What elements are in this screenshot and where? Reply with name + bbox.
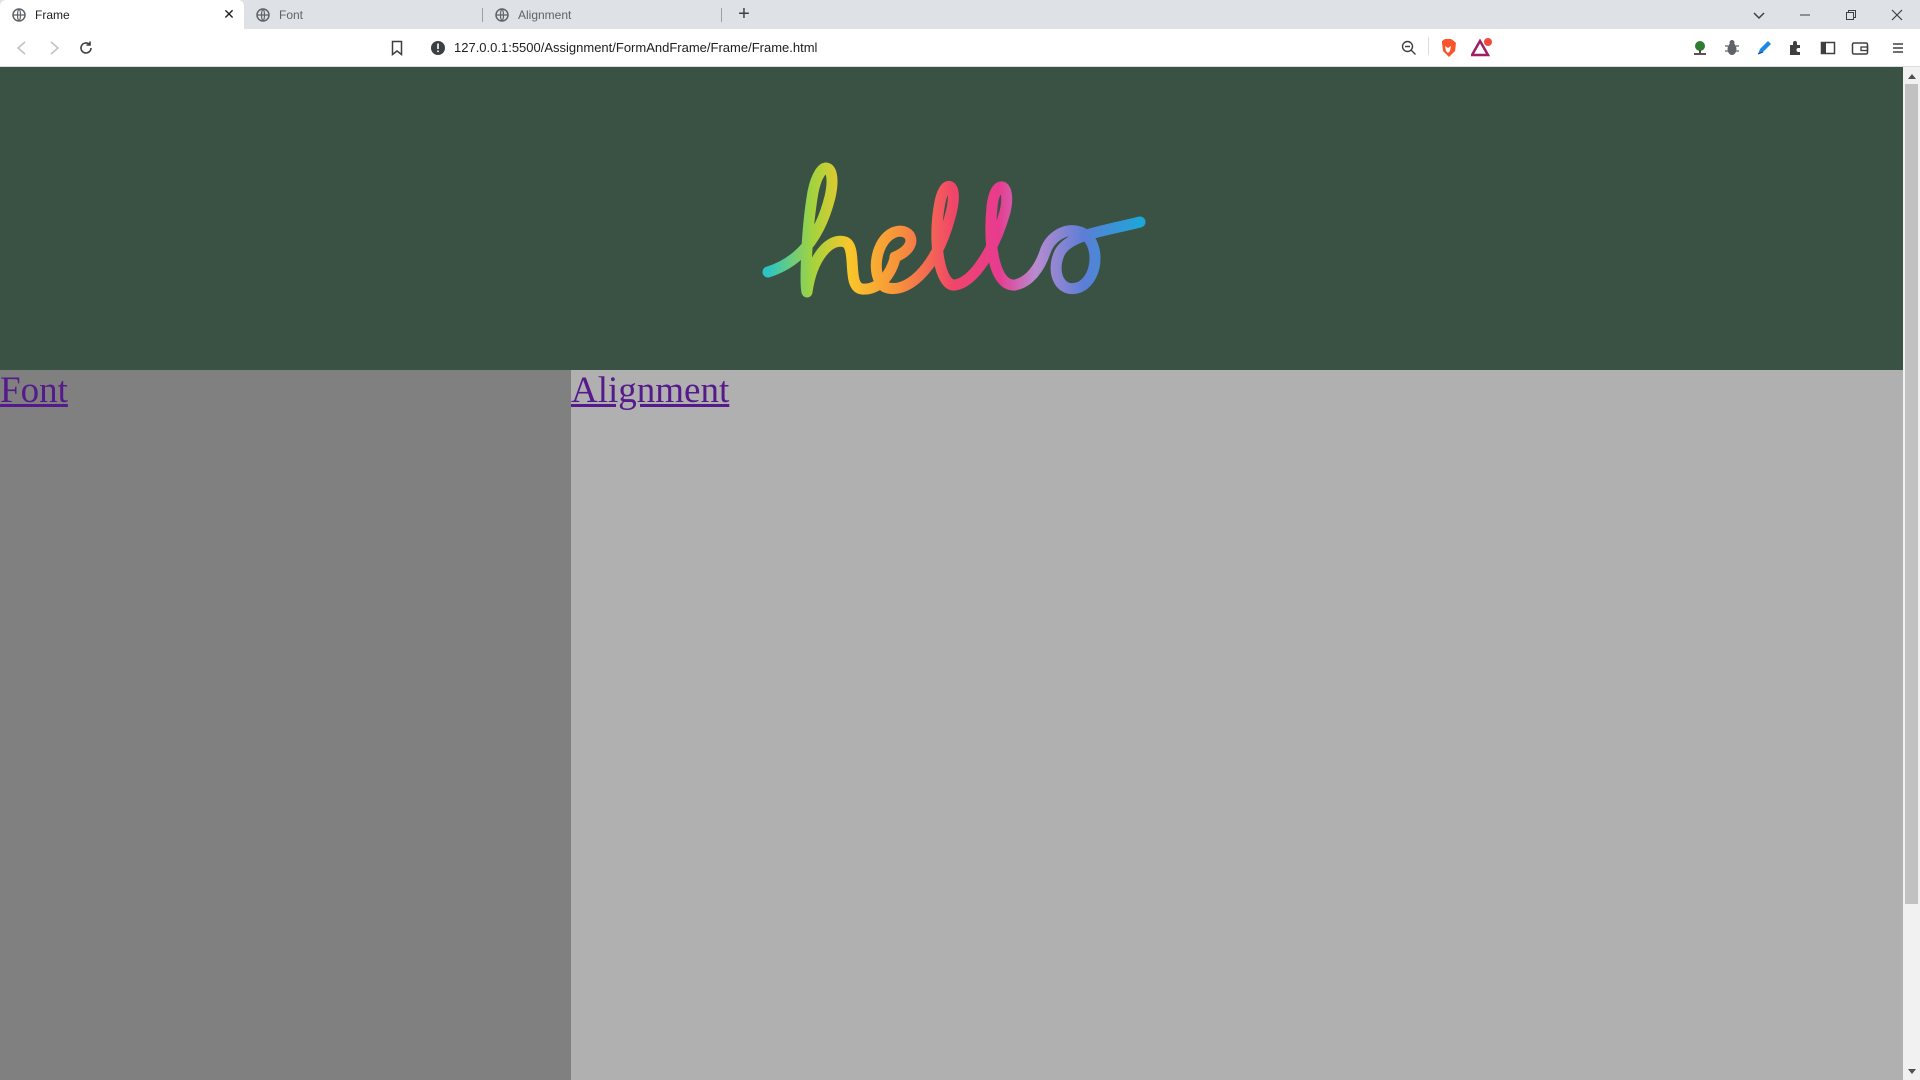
tab-title: Font xyxy=(279,7,304,22)
forward-arrow-icon xyxy=(50,41,60,55)
close-window-button[interactable] xyxy=(1874,0,1920,29)
extension-button[interactable] xyxy=(1752,36,1776,60)
zoom-button[interactable] xyxy=(1397,36,1421,60)
font-link[interactable]: Font xyxy=(0,370,68,412)
rewards-triangle-icon xyxy=(1471,38,1492,57)
browser-toolbar: 127.0.0.1:5500/Assignment/FormAndFrame/F… xyxy=(0,29,1920,67)
triangle-down-icon xyxy=(1907,1068,1916,1074)
wallet-button[interactable] xyxy=(1848,36,1872,60)
header-frame: hello xyxy=(0,67,1903,370)
tab-title: Frame xyxy=(35,7,70,22)
tab-separator xyxy=(721,8,722,22)
globe-icon xyxy=(495,7,509,22)
brave-rewards-button[interactable] xyxy=(1470,36,1494,60)
tree-extension-icon xyxy=(1694,41,1706,55)
scroll-thumb[interactable] xyxy=(1905,84,1918,904)
triangle-up-icon xyxy=(1907,73,1916,79)
extensions-menu-button[interactable] xyxy=(1784,36,1808,60)
minimize-button[interactable] xyxy=(1782,0,1828,29)
brave-shields-button[interactable] xyxy=(1436,36,1460,60)
brave-lion-icon xyxy=(1442,39,1456,57)
bookmark-icon xyxy=(391,40,403,56)
wallet-icon xyxy=(1851,42,1869,55)
url-text[interactable]: 127.0.0.1:5500/Assignment/FormAndFrame/F… xyxy=(454,40,817,55)
reload-icon xyxy=(80,41,92,54)
alignment-link[interactable]: Alignment xyxy=(571,370,729,412)
sidebar-button[interactable] xyxy=(1816,36,1840,60)
hello-logo-image xyxy=(762,162,1146,298)
chevron-down-icon xyxy=(1753,11,1765,19)
minimize-icon xyxy=(1800,14,1810,15)
close-icon xyxy=(1891,9,1903,20)
tab-frame[interactable]: Frame ✕ xyxy=(0,0,244,29)
back-arrow-icon xyxy=(16,41,26,55)
scroll-up-button[interactable] xyxy=(1903,67,1920,84)
site-info-icon[interactable] xyxy=(430,40,446,61)
globe-icon xyxy=(12,7,26,22)
tab-title: Alignment xyxy=(518,7,572,22)
sidebar-icon xyxy=(1820,41,1836,55)
left-frame: Font xyxy=(0,370,571,1080)
bookmark-button[interactable] xyxy=(385,36,409,60)
back-button[interactable] xyxy=(10,36,34,60)
main-menu-button[interactable] xyxy=(1886,36,1910,60)
hamburger-menu-icon xyxy=(1893,43,1903,53)
bug-extension-icon xyxy=(1725,40,1739,55)
tab-search-button[interactable] xyxy=(1736,0,1782,29)
zoom-out-icon xyxy=(1401,40,1416,55)
close-tab-icon[interactable]: ✕ xyxy=(222,7,236,21)
puzzle-icon xyxy=(1790,41,1800,55)
extension-button[interactable] xyxy=(1688,36,1712,60)
tab-alignment[interactable]: Alignment xyxy=(483,0,721,29)
reload-button[interactable] xyxy=(74,36,98,60)
right-frame: Alignment xyxy=(571,370,1903,1080)
page-viewport: hello Font Alignment xyxy=(0,67,1903,1080)
forward-button[interactable] xyxy=(42,36,66,60)
pen-extension-icon xyxy=(1757,41,1771,55)
toolbar-divider xyxy=(1428,37,1429,55)
restore-icon xyxy=(1846,9,1856,20)
vertical-scrollbar[interactable] xyxy=(1903,67,1920,1080)
tab-font[interactable]: Font xyxy=(244,0,482,29)
tab-strip: Frame ✕ Font Alignment + xyxy=(0,0,1920,29)
new-tab-button[interactable]: + xyxy=(733,3,755,25)
browser-window: Frame ✕ Font Alignment + 127.0.0.1:5500/… xyxy=(0,0,1920,1080)
address-bar[interactable]: 127.0.0.1:5500/Assignment/FormAndFrame/F… xyxy=(420,34,1500,62)
scroll-down-button[interactable] xyxy=(1903,1063,1920,1080)
globe-icon xyxy=(256,7,270,22)
restore-button[interactable] xyxy=(1828,0,1874,29)
extension-button[interactable] xyxy=(1720,36,1744,60)
